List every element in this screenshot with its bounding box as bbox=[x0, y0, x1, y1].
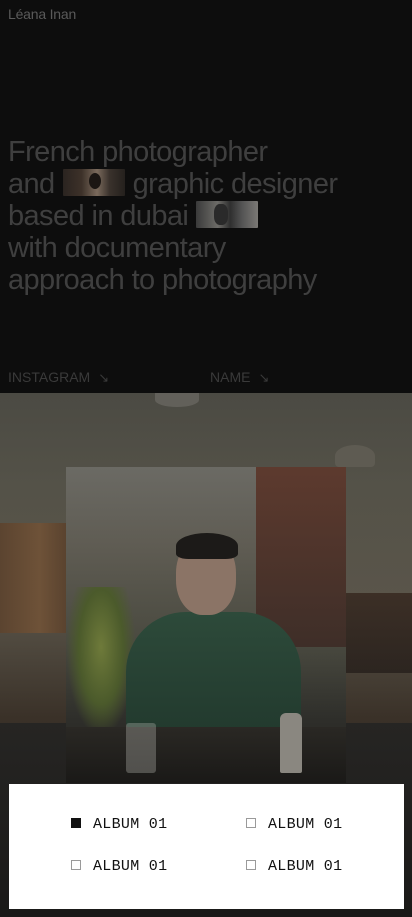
album-option[interactable]: ALBUM 01 bbox=[71, 858, 167, 875]
album-label: ALBUM 01 bbox=[268, 816, 343, 833]
hero-line-2: and graphic designer bbox=[8, 168, 408, 200]
instagram-link[interactable]: INSTAGRAM ↘ bbox=[8, 369, 109, 386]
name-link[interactable]: NAME ↘ bbox=[210, 369, 269, 386]
inline-portrait-thumbnail bbox=[62, 169, 125, 196]
album-selector: ALBUM 01 ALBUM 01 ALBUM 01 ALBUM 01 bbox=[9, 784, 404, 909]
instagram-link-label: INSTAGRAM bbox=[8, 369, 91, 385]
album-option[interactable]: ALBUM 01 bbox=[246, 816, 342, 833]
checkbox-checked-icon bbox=[71, 818, 81, 828]
checkbox-empty-icon bbox=[71, 860, 81, 870]
portrait-photo[interactable] bbox=[66, 467, 346, 783]
arrow-down-right-icon: ↘ bbox=[98, 370, 110, 385]
album-option[interactable]: ALBUM 01 bbox=[71, 816, 167, 833]
pendant-lamp bbox=[335, 445, 375, 467]
hero-line-2-end: graphic designer bbox=[132, 168, 338, 200]
ceiling-lamp bbox=[155, 393, 199, 407]
portrait-glass bbox=[126, 723, 156, 773]
hero-line-5: approach to photography bbox=[8, 264, 317, 296]
album-label: ALBUM 01 bbox=[93, 816, 168, 833]
kitchen-counter bbox=[346, 593, 412, 673]
name-link-label: NAME bbox=[210, 369, 251, 385]
hero-line-2-start: and bbox=[8, 168, 55, 200]
hero-line-3: based in dubai bbox=[8, 200, 408, 232]
portrait-sweater bbox=[126, 612, 301, 732]
wooden-shelf bbox=[0, 523, 66, 633]
hero-line-4: with documentary bbox=[8, 232, 226, 264]
portrait-bottle bbox=[280, 713, 302, 773]
album-label: ALBUM 01 bbox=[268, 858, 343, 875]
inline-photo-thumbnail bbox=[196, 201, 259, 228]
checkbox-empty-icon bbox=[246, 818, 256, 828]
brand-name[interactable]: Léana Inan bbox=[8, 6, 76, 22]
hero-line-1: French photographer bbox=[8, 136, 268, 168]
album-option[interactable]: ALBUM 01 bbox=[246, 858, 342, 875]
portrait-table bbox=[66, 727, 346, 783]
hero-heading: French photographer and graphic designer … bbox=[8, 136, 408, 296]
header-section: Léana Inan French photographer and graphi… bbox=[0, 0, 412, 393]
arrow-down-right-icon: ↘ bbox=[258, 370, 270, 385]
album-label: ALBUM 01 bbox=[93, 858, 168, 875]
checkbox-empty-icon bbox=[246, 860, 256, 870]
portrait-hair bbox=[176, 533, 238, 559]
hero-line-3-text: based in dubai bbox=[8, 200, 189, 232]
